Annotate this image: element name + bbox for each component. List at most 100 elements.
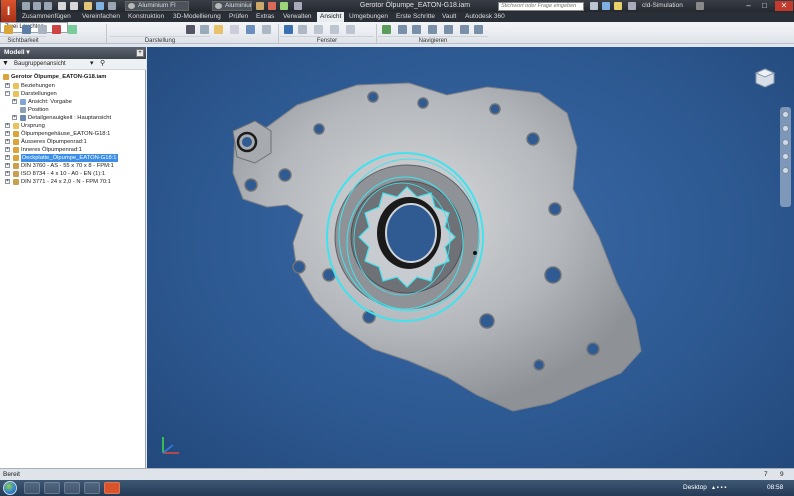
expand-icon[interactable]: + bbox=[5, 123, 10, 128]
close-button[interactable]: ✕ bbox=[775, 1, 793, 11]
tree-item-beziehungen[interactable]: + Beziehungen bbox=[0, 82, 146, 90]
parameter-icon[interactable] bbox=[280, 2, 288, 10]
clear-icon[interactable] bbox=[268, 2, 276, 10]
shadows-icon[interactable] bbox=[200, 25, 209, 34]
tab-konstruktion[interactable]: Konstruktion bbox=[125, 12, 167, 22]
signed-in-user[interactable]: cld-Simulation bbox=[642, 1, 683, 11]
home-icon[interactable] bbox=[84, 2, 92, 10]
redo-icon[interactable] bbox=[70, 2, 78, 10]
switch-window-icon[interactable] bbox=[346, 25, 355, 34]
tab-erste-schritte[interactable]: Erste Schritte bbox=[393, 12, 438, 22]
tab-autodesk-360[interactable]: Autodesk 360 bbox=[462, 12, 508, 22]
minimize-button[interactable]: – bbox=[742, 1, 755, 11]
tree-item-aeusseres-rad[interactable]: + Äusseres Ölpumpenrad:1 bbox=[0, 138, 146, 146]
tree-item-din3771[interactable]: + DIN 3771 - 24 x 2,0 - N - FPM 70:1 bbox=[0, 178, 146, 186]
undo-icon[interactable] bbox=[58, 2, 66, 10]
tab-vault[interactable]: Vault bbox=[439, 12, 459, 22]
tree-item-din3760[interactable]: + DIN 3760 - AS - 55 x 70 x 8 - FPM:1 bbox=[0, 162, 146, 170]
tree-item-iso8734[interactable]: + ISO 8734 - 4 x 10 - A0 - EN (1):1 bbox=[0, 170, 146, 178]
perspective-icon[interactable] bbox=[262, 25, 271, 34]
zoom-icon-nav[interactable] bbox=[782, 139, 789, 146]
save-icon[interactable] bbox=[44, 2, 52, 10]
window-icon[interactable] bbox=[84, 482, 100, 494]
tree-item-inneres-rad[interactable]: + Inneres Ölpumpenrad:1 bbox=[0, 146, 146, 154]
clock[interactable]: 08:58 bbox=[767, 480, 783, 496]
chevron-down-icon[interactable]: ▾ bbox=[26, 49, 29, 56]
expand-icon[interactable]: + bbox=[5, 147, 10, 152]
application-menu-button[interactable]: I bbox=[1, 0, 17, 22]
appearance-icon[interactable] bbox=[256, 2, 264, 10]
pump-model[interactable] bbox=[147, 47, 794, 468]
tab-ansicht[interactable]: Ansicht bbox=[317, 12, 345, 22]
tree-item-darstellungen[interactable]: − Darstellungen bbox=[0, 90, 146, 98]
tree-item-root[interactable]: Gerotor Ölpumpe_EATON-G18.iam bbox=[0, 73, 146, 81]
help-icon[interactable] bbox=[696, 2, 704, 10]
look-at-icon[interactable] bbox=[444, 25, 453, 34]
new-window-icon[interactable] bbox=[330, 25, 339, 34]
look-at-icon-nav[interactable] bbox=[782, 167, 789, 174]
orbit-icon[interactable] bbox=[428, 25, 437, 34]
reflections-icon[interactable] bbox=[214, 25, 223, 34]
media-icon[interactable] bbox=[64, 482, 80, 494]
degrees-of-freedom-icon[interactable] bbox=[52, 25, 61, 34]
arrange-windows-icon[interactable] bbox=[314, 25, 323, 34]
steering-wheel-icon[interactable] bbox=[782, 111, 789, 118]
tree-item-detailgenauigkeit[interactable]: + Detailgenauigkeit : Hauptansicht bbox=[0, 114, 146, 122]
communication-icon[interactable] bbox=[614, 2, 622, 10]
maximize-button[interactable]: □ bbox=[758, 1, 771, 11]
tree-item-ansicht[interactable]: + Ansicht: Vorgabe bbox=[0, 98, 146, 106]
iproperties-icon[interactable] bbox=[68, 25, 77, 34]
search-icon[interactable] bbox=[590, 2, 598, 10]
find-icon[interactable]: ⚲ bbox=[100, 59, 105, 67]
tree-item-gehaeuse[interactable]: + Ölpumpengehäuse_EATON-G18:1 bbox=[0, 130, 146, 138]
center-of-gravity-icon[interactable] bbox=[22, 25, 31, 34]
graphics-viewport[interactable] bbox=[147, 47, 794, 468]
navigation-bar[interactable] bbox=[780, 107, 791, 207]
expand-icon[interactable]: + bbox=[12, 115, 17, 120]
viewcube[interactable] bbox=[754, 67, 776, 89]
expand-icon[interactable]: + bbox=[12, 99, 17, 104]
dropdown-arrow-icon[interactable]: ▾ bbox=[90, 59, 94, 67]
expand-icon[interactable]: + bbox=[5, 139, 10, 144]
appearance-dropdown[interactable]: Aluminiur bbox=[212, 1, 252, 11]
inventor-taskbar-icon[interactable] bbox=[104, 482, 120, 494]
tree-item-position[interactable]: Position bbox=[0, 106, 146, 114]
select-icon[interactable] bbox=[108, 2, 116, 10]
ground-plane-icon[interactable] bbox=[230, 25, 239, 34]
desktop-toolbar[interactable]: Desktop bbox=[683, 480, 707, 496]
expand-icon[interactable]: + bbox=[5, 179, 10, 184]
half-section-icon[interactable] bbox=[38, 25, 47, 34]
open-icon[interactable] bbox=[33, 2, 41, 10]
tab-vereinfachen[interactable]: Vereinfachen bbox=[79, 12, 123, 22]
subscription-icon[interactable] bbox=[602, 2, 610, 10]
expand-icon[interactable]: + bbox=[5, 131, 10, 136]
user-icon[interactable] bbox=[628, 2, 636, 10]
new-icon[interactable] bbox=[22, 2, 30, 10]
steering-wheels-icon[interactable] bbox=[382, 25, 391, 34]
folder-icon-taskbar[interactable] bbox=[44, 482, 60, 494]
update-icon[interactable] bbox=[96, 2, 104, 10]
collapse-icon[interactable]: − bbox=[5, 91, 10, 96]
start-button[interactable] bbox=[3, 481, 17, 495]
expand-icon[interactable]: + bbox=[5, 163, 10, 168]
pan-icon[interactable] bbox=[398, 25, 407, 34]
expand-icon[interactable]: + bbox=[5, 171, 10, 176]
expand-icon[interactable]: + bbox=[5, 83, 10, 88]
tray-icons[interactable]: ▴ ▪ ▪ ▪ bbox=[712, 484, 726, 491]
appearance-icon-2[interactable] bbox=[246, 25, 255, 34]
browser-view-dropdown[interactable]: Baugruppenansicht bbox=[10, 60, 82, 69]
object-visibility-icon[interactable] bbox=[4, 25, 13, 34]
browser-header[interactable]: Modell ▾ bbox=[0, 47, 146, 59]
orbit-icon-nav[interactable] bbox=[782, 153, 789, 160]
tab-verwalten[interactable]: Verwalten bbox=[280, 12, 315, 22]
home-view-icon[interactable] bbox=[474, 25, 483, 34]
tab-zusammenfuegen[interactable]: Zusammenfügen bbox=[19, 12, 74, 22]
explorer-icon[interactable] bbox=[24, 482, 40, 494]
tab-umgebungen[interactable]: Umgebungen bbox=[346, 12, 391, 22]
visual-style-icon[interactable] bbox=[186, 25, 195, 34]
tab-3d-modellierung[interactable]: 3D-Modellierung bbox=[170, 12, 224, 22]
help-search-input[interactable]: Stichwort oder Frage eingeben bbox=[498, 2, 584, 11]
filter-icon[interactable]: ▼ bbox=[2, 60, 9, 67]
customize-icon[interactable] bbox=[294, 2, 302, 10]
expand-icon[interactable]: + bbox=[5, 155, 10, 160]
